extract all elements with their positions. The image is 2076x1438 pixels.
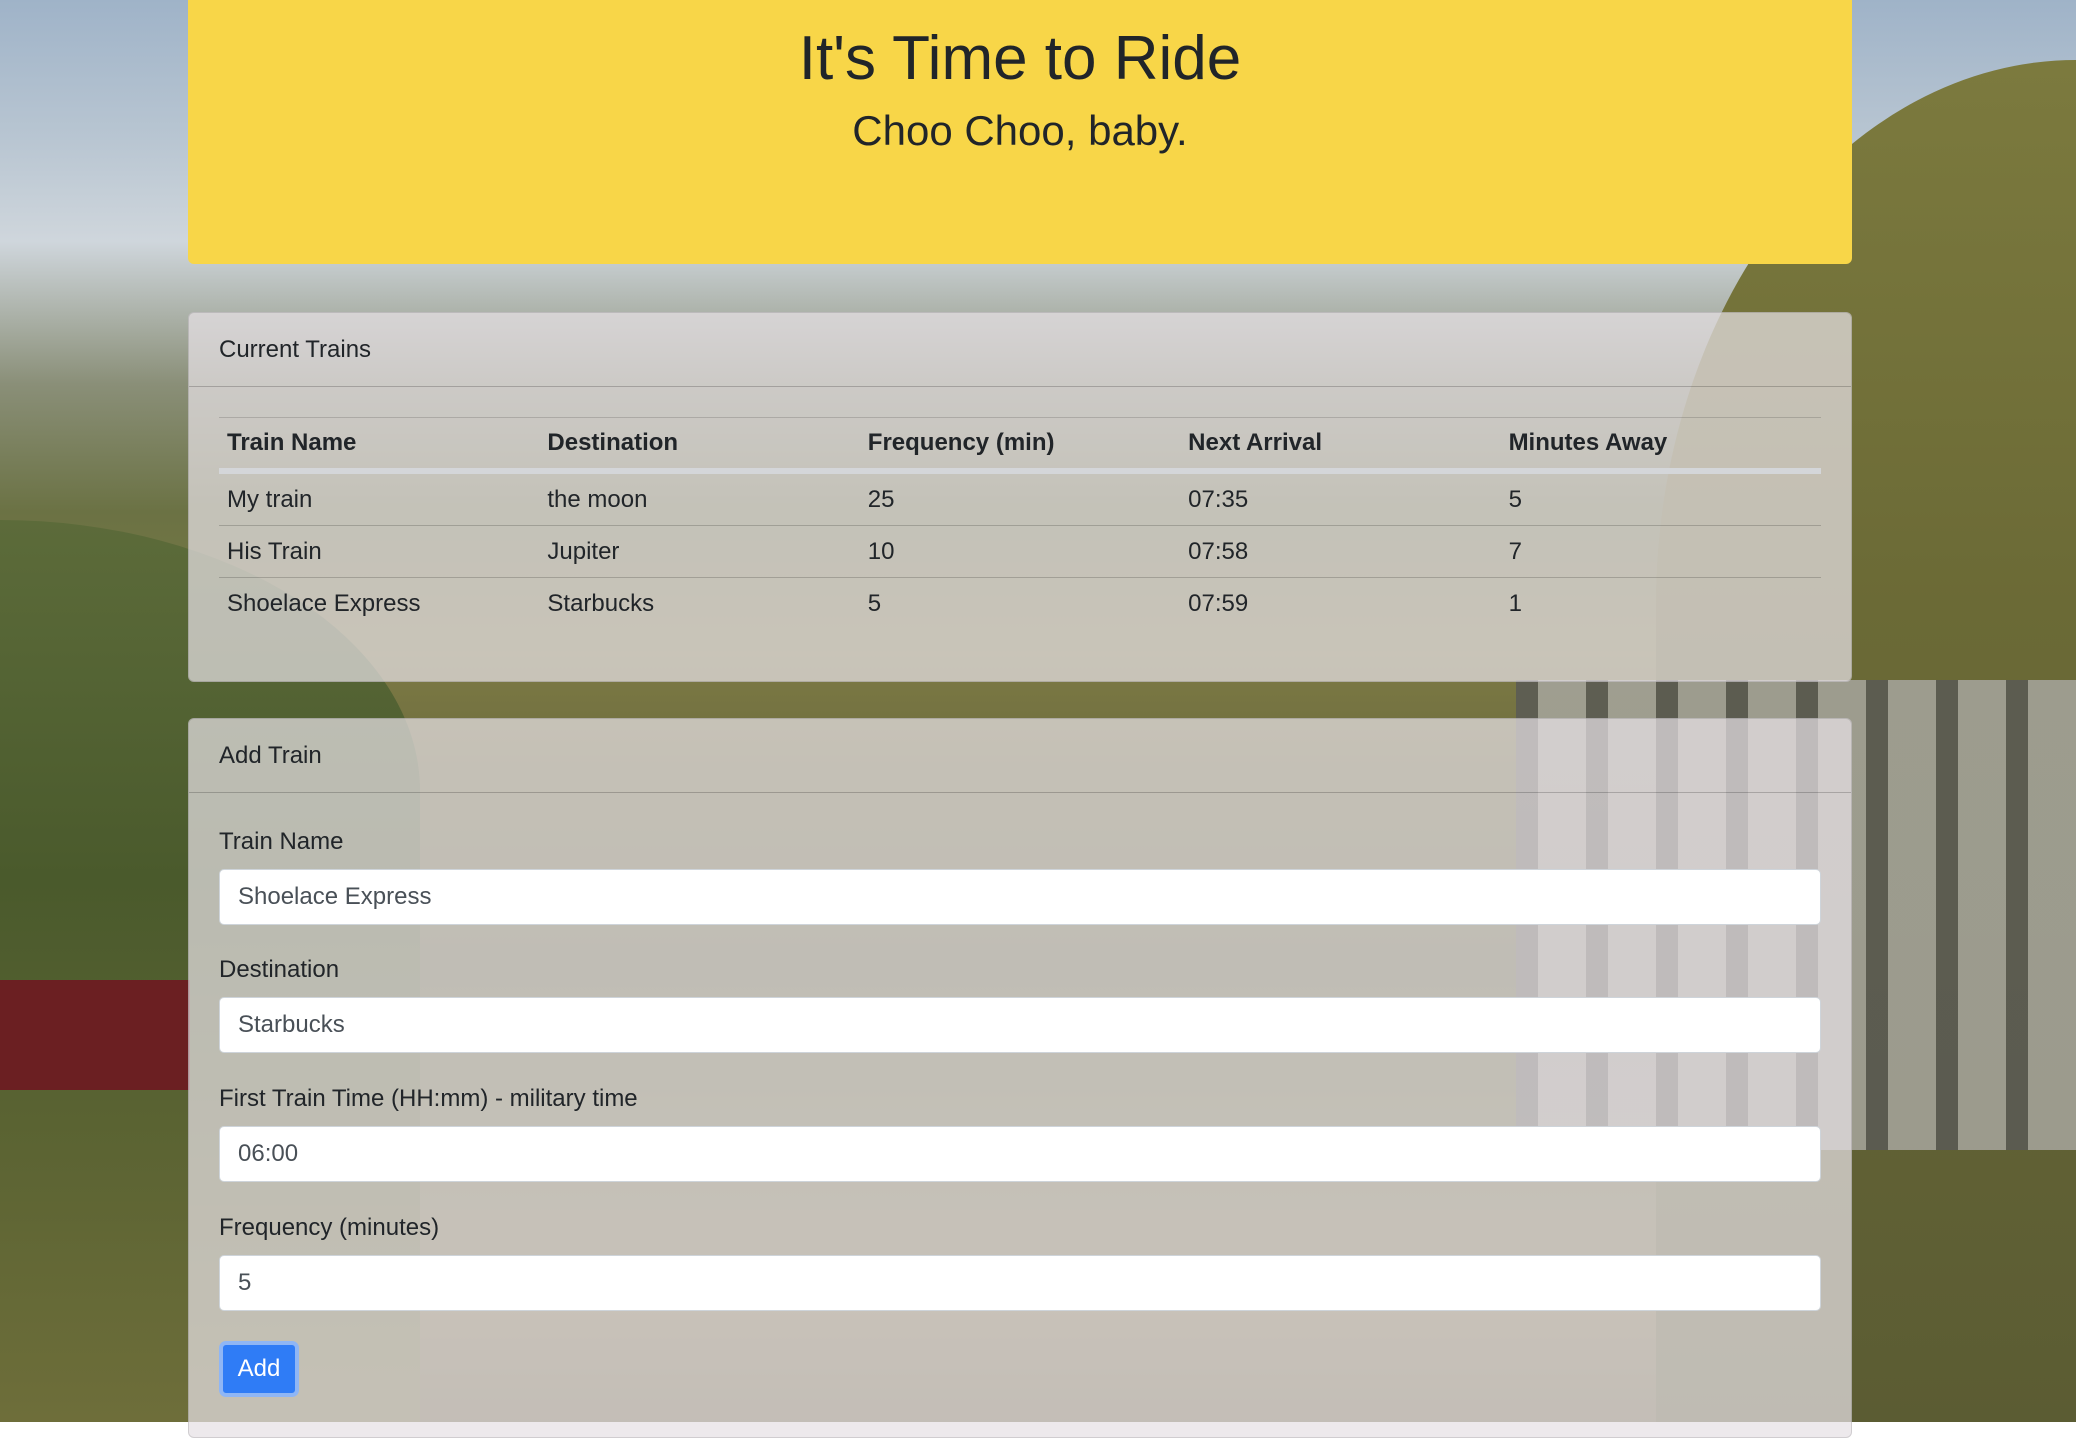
column-header-frequency: Frequency (min) [859,417,1181,474]
column-header-destination: Destination [539,417,860,474]
frequency-label: Frequency (minutes) [219,1214,440,1241]
current-trains-header: Current Trains [189,313,1851,387]
page-subtitle: Choo Choo, baby. [852,107,1188,154]
destination-input[interactable] [219,997,1821,1053]
cell-train-name: My train [219,471,540,526]
train-name-group: Train Name [219,827,1821,925]
cell-frequency: 25 [859,471,1181,526]
cell-next-arrival: 07:35 [1180,471,1501,526]
cell-minutes-away: 7 [1500,525,1821,578]
cell-next-arrival: 07:58 [1180,525,1501,578]
cell-destination: Jupiter [539,525,860,578]
table-row: My train the moon 25 07:35 5 [219,471,1821,526]
train-name-label: Train Name [219,828,344,855]
train-name-input[interactable] [219,869,1821,925]
first-train-time-group: First Train Time (HH:mm) - military time [219,1084,1821,1182]
column-header-minutes-away: Minutes Away [1500,417,1821,474]
background-train-car [0,980,190,1090]
column-header-train-name: Train Name [219,417,540,474]
cell-destination: Starbucks [547,589,655,617]
cell-minutes-away: 1 [1508,589,1522,617]
destination-group: Destination [219,955,1821,1053]
page-title: It's Time to Ride [798,24,1242,93]
cell-train-name: His Train [219,525,540,578]
cell-frequency: 5 [867,589,882,617]
cell-minutes-away: 5 [1500,471,1821,526]
trains-table: Train Name Destination Frequency (min) N… [219,417,1821,629]
cell-destination: the moon [539,471,860,526]
table-header-row: Train Name Destination Frequency (min) N… [219,417,1821,474]
cell-next-arrival: 07:59 [1188,589,1249,617]
frequency-input[interactable] [219,1255,1821,1311]
frequency-group: Frequency (minutes) [219,1213,1821,1311]
current-trains-card: Current Trains Train Name Destination Fr… [188,312,1852,682]
add-train-header: Add Train [189,719,1851,793]
table-row: Shoelace Express Starbucks 5 07:59 1 [219,578,1821,630]
cell-frequency: 10 [859,525,1181,578]
jumbotron-header: It's Time to Ride Choo Choo, baby. [188,0,1852,264]
column-header-next-arrival: Next Arrival [1180,417,1501,474]
first-train-time-input[interactable] [219,1126,1821,1182]
add-button[interactable]: Add [219,1341,299,1397]
table-row: His Train Jupiter 10 07:58 7 [219,525,1821,578]
destination-label: Destination [219,956,340,983]
add-train-card: Add Train Train Name Destination First T… [188,718,1852,1438]
cell-train-name: Shoelace Express [227,589,421,617]
first-train-time-label: First Train Time (HH:mm) - military time [219,1085,638,1112]
